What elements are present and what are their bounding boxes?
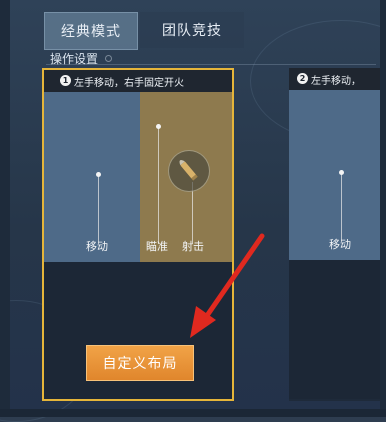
red-arrow-indicator (190, 233, 265, 338)
